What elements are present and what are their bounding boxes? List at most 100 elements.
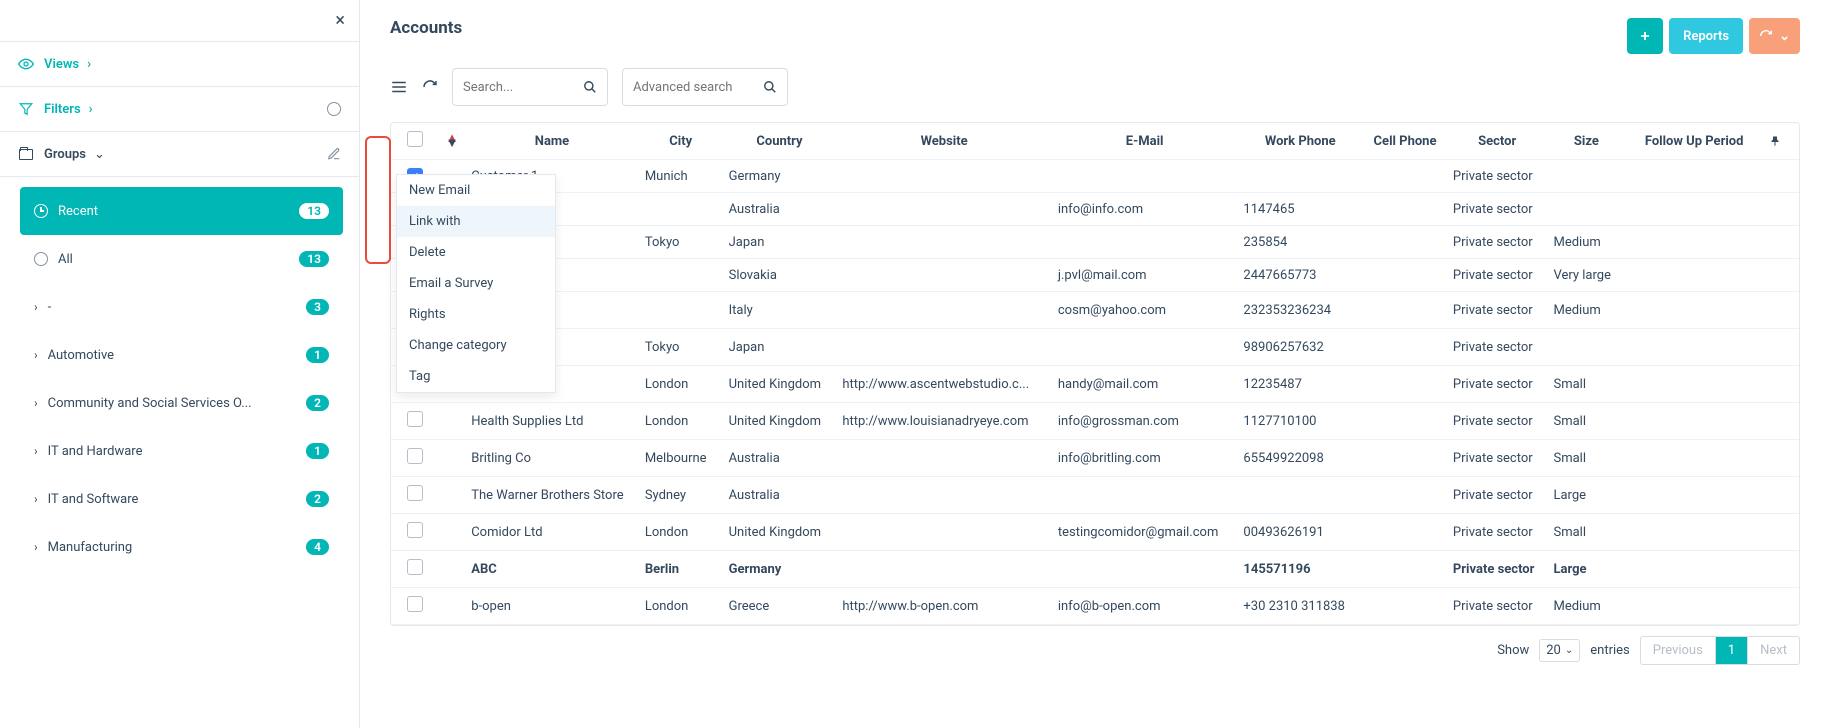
pager-next[interactable]: Next bbox=[1747, 637, 1799, 664]
cell-size: Large bbox=[1547, 477, 1625, 514]
sidebar-item-1[interactable]: All13 bbox=[20, 235, 343, 283]
col-header[interactable]: Size bbox=[1547, 123, 1625, 160]
sidebar-item-7[interactable]: ›Manufacturing4 bbox=[20, 523, 343, 571]
menu-icon[interactable] bbox=[390, 78, 408, 96]
col-header[interactable]: Sector bbox=[1447, 123, 1548, 160]
table-row[interactable]: Britling CoMelbourneAustraliainfo@britli… bbox=[391, 440, 1799, 477]
row-checkbox[interactable] bbox=[407, 411, 423, 427]
refresh-icon[interactable] bbox=[422, 79, 438, 95]
groups-header[interactable]: Groups ⌄ bbox=[0, 132, 359, 177]
search-box[interactable] bbox=[452, 68, 608, 106]
col-header[interactable]: Cell Phone bbox=[1363, 123, 1447, 160]
table-row[interactable]: Comidor LtdLondonUnited Kingdomtestingco… bbox=[391, 514, 1799, 551]
search-icon[interactable] bbox=[763, 80, 777, 94]
search-icon[interactable] bbox=[583, 80, 597, 94]
table-row[interactable]: The Warner Brothers StoreSydneyAustralia… bbox=[391, 477, 1799, 514]
cell-wphone bbox=[1237, 477, 1363, 514]
cell-website bbox=[836, 514, 1052, 551]
reports-button[interactable]: Reports bbox=[1669, 18, 1743, 54]
context-menu-item[interactable]: Delete bbox=[397, 237, 555, 268]
filters-section[interactable]: Filters › bbox=[0, 87, 359, 132]
pager-page-1[interactable]: 1 bbox=[1715, 637, 1747, 664]
context-menu-item[interactable]: Rights bbox=[397, 299, 555, 330]
pin-icon[interactable] bbox=[1769, 134, 1793, 148]
row-checkbox[interactable] bbox=[407, 559, 423, 575]
cell-cphone bbox=[1363, 440, 1447, 477]
table-row[interactable]: ✓Customer 1MunichGermanyPrivate sector bbox=[391, 160, 1799, 193]
cell-country: United Kingdom bbox=[723, 514, 837, 551]
table-row[interactable]: ABCBerlinGermany145571196Private sectorL… bbox=[391, 551, 1799, 588]
pager-prev[interactable]: Previous bbox=[1641, 637, 1715, 664]
cell-sector: Private sector bbox=[1447, 588, 1548, 625]
sidebar-item-0[interactable]: Recent13 bbox=[20, 187, 343, 235]
context-menu-item[interactable]: Email a Survey bbox=[397, 268, 555, 299]
add-button[interactable] bbox=[1627, 18, 1663, 54]
context-menu-item[interactable]: New Email bbox=[397, 175, 555, 206]
table-row[interactable]: ✓Australiainfo@info.com1147465Private se… bbox=[391, 193, 1799, 226]
col-header[interactable]: Website bbox=[836, 123, 1052, 160]
context-menu-item[interactable]: Tag bbox=[397, 361, 555, 392]
views-section[interactable]: Views › bbox=[0, 42, 359, 87]
table-row[interactable]: ✓Slovakiaj.pvl@mail.com2447665773Private… bbox=[391, 259, 1799, 292]
cell-city: Munich bbox=[639, 160, 723, 193]
cell-follow bbox=[1625, 329, 1763, 366]
sidebar-item-5[interactable]: ›IT and Hardware1 bbox=[20, 427, 343, 475]
row-checkbox[interactable] bbox=[407, 485, 423, 501]
cell-country: Greece bbox=[723, 588, 837, 625]
advanced-search-input[interactable] bbox=[633, 80, 763, 95]
sort-icon[interactable]: ▲▼ bbox=[445, 136, 459, 146]
cell-country: Australia bbox=[723, 440, 837, 477]
table-row[interactable]: Italycosm@yahoo.com232353236234Private s… bbox=[391, 292, 1799, 329]
sidebar-item-badge: 2 bbox=[306, 395, 329, 411]
group-list: Recent13All13›-3›Automotive1›Community a… bbox=[0, 177, 359, 571]
cell-website bbox=[836, 440, 1052, 477]
context-menu-item[interactable]: Change category bbox=[397, 330, 555, 361]
table-row[interactable]: LondonUnited Kingdomhttp://www.ascentweb… bbox=[391, 366, 1799, 403]
accounts-table: ▲▼ NameCityCountryWebsiteE-MailWork Phone… bbox=[391, 123, 1799, 625]
cell-wphone: 235854 bbox=[1237, 226, 1363, 259]
sidebar-item-label: Recent bbox=[58, 204, 98, 219]
page-size-select[interactable]: 20 ⌄ bbox=[1539, 639, 1580, 662]
sidebar-item-2[interactable]: ›-3 bbox=[20, 283, 343, 331]
col-header[interactable]: E-Mail bbox=[1052, 123, 1238, 160]
chevron-right-icon: › bbox=[34, 300, 38, 314]
filter-radio-icon[interactable] bbox=[327, 102, 341, 116]
col-header[interactable]: Follow Up Period bbox=[1625, 123, 1763, 160]
col-header[interactable]: City bbox=[639, 123, 723, 160]
edit-icon[interactable] bbox=[327, 147, 341, 161]
sidebar-item-4[interactable]: ›Community and Social Services O...2 bbox=[20, 379, 343, 427]
cell-follow bbox=[1625, 193, 1763, 226]
advanced-search-box[interactable] bbox=[622, 68, 788, 106]
table-row[interactable]: b-openLondonGreecehttp://www.b-open.comi… bbox=[391, 588, 1799, 625]
cell-name: b-open bbox=[465, 588, 639, 625]
col-header[interactable]: Name bbox=[465, 123, 639, 160]
row-checkbox[interactable] bbox=[407, 522, 423, 538]
cell-size bbox=[1547, 329, 1625, 366]
views-label: Views bbox=[44, 57, 79, 72]
col-header[interactable]: Work Phone bbox=[1237, 123, 1363, 160]
close-icon[interactable]: × bbox=[335, 10, 345, 31]
table-row[interactable]: Health Supplies LtdLondonUnited Kingdomh… bbox=[391, 403, 1799, 440]
col-header[interactable]: Country bbox=[723, 123, 837, 160]
search-input[interactable] bbox=[463, 80, 583, 95]
sidebar-item-badge: 4 bbox=[306, 539, 329, 555]
sidebar-item-badge: 1 bbox=[306, 347, 329, 363]
row-checkbox[interactable] bbox=[407, 448, 423, 464]
sidebar-item-6[interactable]: ›IT and Software2 bbox=[20, 475, 343, 523]
context-menu-item[interactable]: Link with bbox=[397, 206, 555, 237]
cell-wphone: 98906257632 bbox=[1237, 329, 1363, 366]
cell-country: Slovakia bbox=[723, 259, 837, 292]
row-checkbox[interactable] bbox=[407, 596, 423, 612]
folder-icon bbox=[18, 146, 34, 162]
table-row[interactable]: TokyoJapan98906257632Private sector bbox=[391, 329, 1799, 366]
reload-dropdown-button[interactable]: ⌄ bbox=[1749, 18, 1800, 54]
cell-website bbox=[836, 477, 1052, 514]
cell-city: London bbox=[639, 366, 723, 403]
sidebar-item-label: All bbox=[58, 252, 73, 267]
cell-follow bbox=[1625, 226, 1763, 259]
action-buttons: Reports ⌄ bbox=[1627, 18, 1800, 54]
cell-size bbox=[1547, 193, 1625, 226]
table-row[interactable]: ✓TokyoJapan235854Private sectorMedium bbox=[391, 226, 1799, 259]
select-all-checkbox[interactable] bbox=[407, 131, 423, 147]
sidebar-item-3[interactable]: ›Automotive1 bbox=[20, 331, 343, 379]
